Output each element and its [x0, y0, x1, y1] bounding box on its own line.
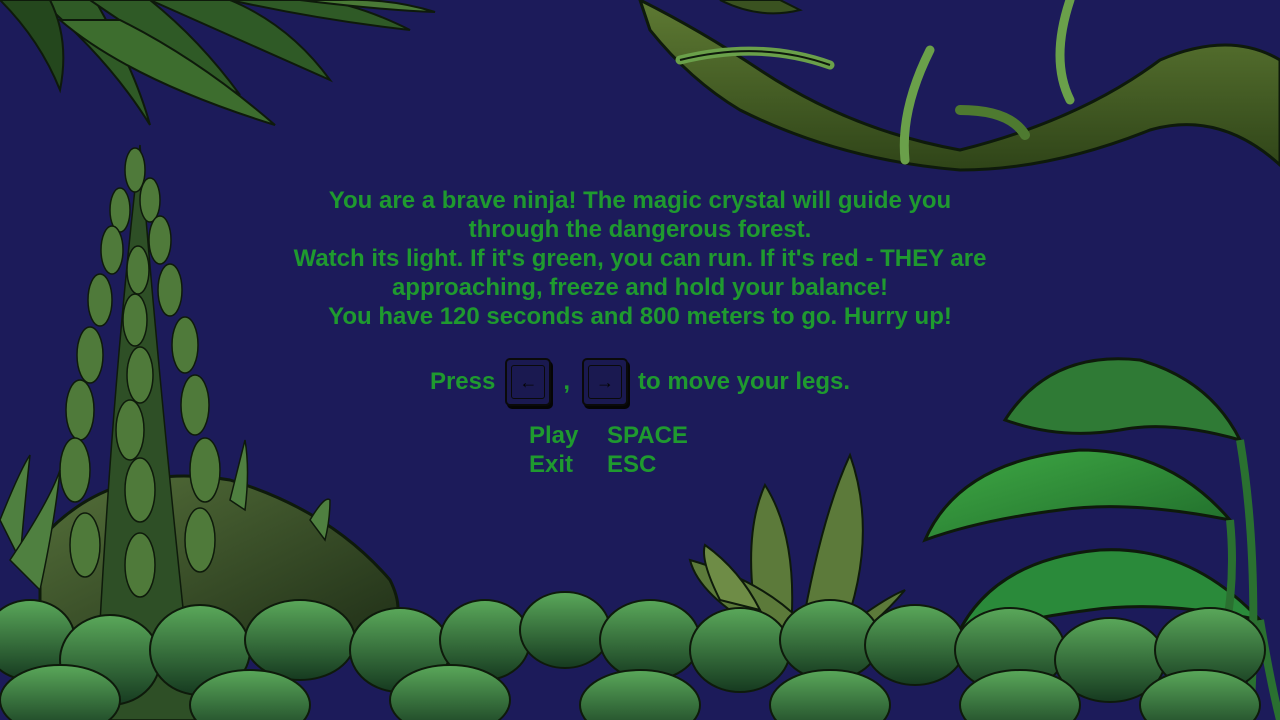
left-key-glyph: ←: [511, 365, 546, 399]
right-key-glyph: →: [588, 365, 622, 399]
top-right-vine: [638, 0, 1280, 172]
play-label[interactable]: Play: [529, 421, 607, 450]
controls-instruction: Press ← , → to move your legs.: [0, 356, 1280, 408]
top-left-fern: [0, 0, 436, 126]
intro-line-2: through the dangerous forest.: [468, 216, 812, 243]
play-key: SPACE: [607, 422, 688, 449]
intro-line-1: You are a brave ninja! The magic crystal…: [328, 187, 952, 214]
right-arrow-key-icon: →: [582, 358, 628, 406]
exit-label[interactable]: Exit: [529, 450, 607, 479]
press-label: Press: [429, 368, 496, 395]
intro-line-3: Watch its light. If it's green, you can …: [293, 245, 987, 272]
left-arrow-key-icon: ←: [505, 358, 552, 406]
start-menu: Play SPACE Exit ESC: [529, 421, 688, 479]
story-intro: You are a brave ninja! The magic crystal…: [200, 186, 1080, 331]
menu-item-play[interactable]: Play SPACE: [529, 421, 688, 450]
intro-line-5: You have 120 seconds and 800 meters to g…: [328, 303, 952, 330]
exit-key: ESC: [607, 451, 657, 478]
controls-suffix: to move your legs.: [638, 368, 851, 395]
menu-item-exit[interactable]: Exit ESC: [529, 450, 688, 479]
key-separator: ,: [563, 368, 570, 395]
intro-line-4: approaching, freeze and hold your balanc…: [391, 274, 889, 301]
